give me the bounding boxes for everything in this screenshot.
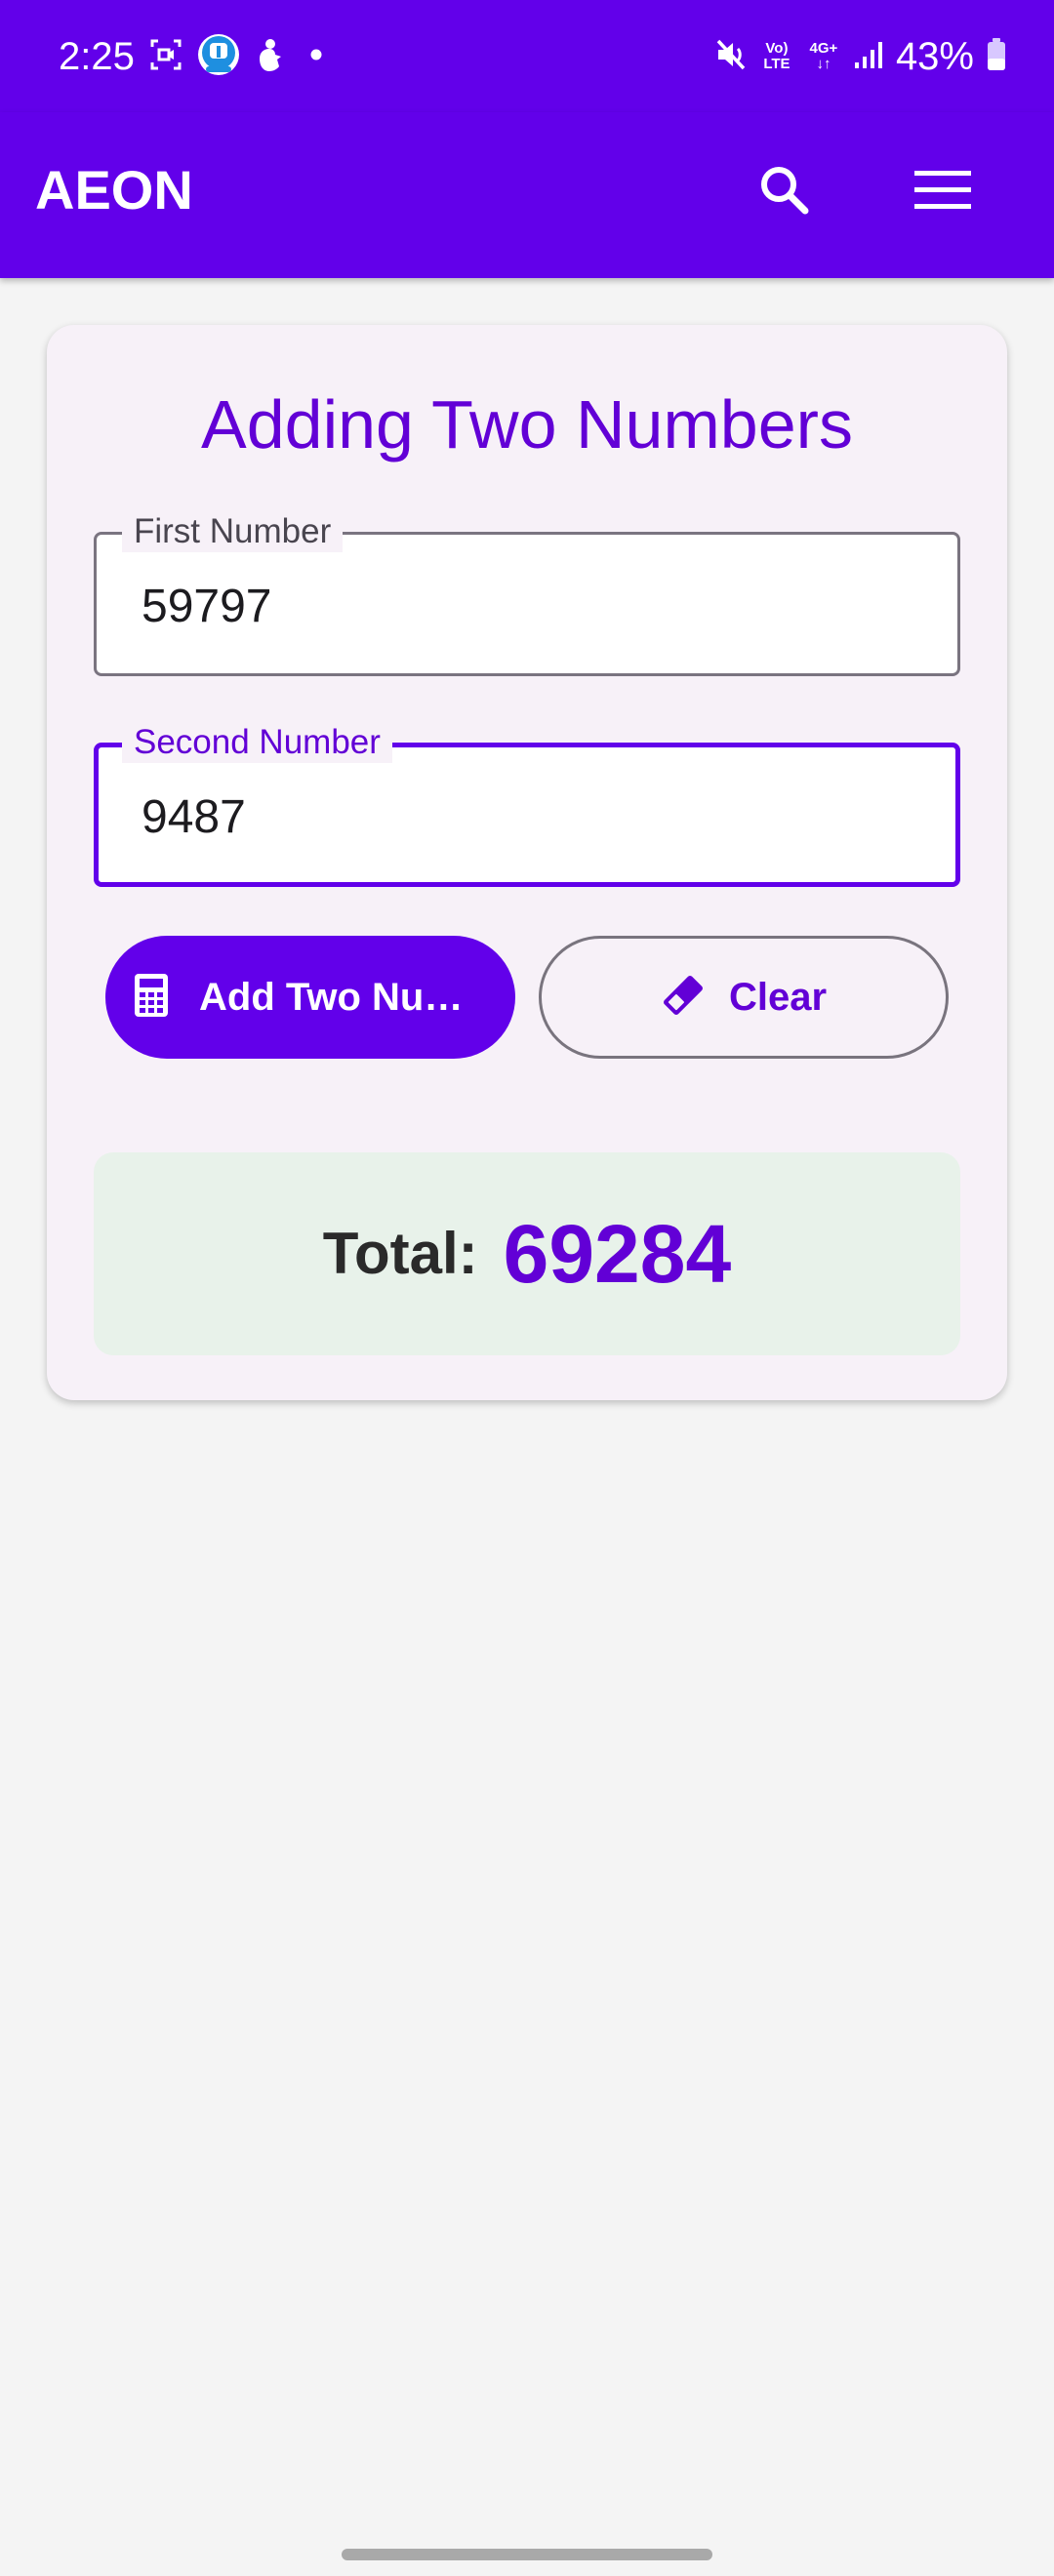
status-bar: 2:25 Vo) LTE 4G+ ↓↑ 43% (0, 0, 1054, 112)
gesture-navigation-bar[interactable] (342, 2549, 712, 2560)
first-number-label: First Number (122, 511, 344, 552)
volte-icon: Vo) LTE (759, 41, 794, 72)
app-title: AEON (35, 159, 193, 221)
second-number-label: Second Number (122, 722, 392, 763)
status-system-icons: Vo) LTE 4G+ ↓↑ 43% (714, 33, 1007, 80)
battery-percent: 43% (895, 35, 974, 78)
network-activity-arrows: ↓↑ (816, 56, 831, 72)
4g-plus-icon: 4G+ ↓↑ (806, 41, 841, 72)
clear-button[interactable]: Clear (539, 936, 949, 1059)
search-icon (755, 161, 814, 224)
second-number-value[interactable]: 9487 (142, 790, 246, 845)
volte-top-text: Vo) (765, 40, 789, 57)
first-number-value[interactable]: 59797 (142, 580, 271, 634)
add-two-numbers-button[interactable]: Add Two Nu… (105, 936, 515, 1059)
total-value: 69284 (503, 1208, 732, 1300)
eraser-icon (661, 973, 706, 1023)
volte-bottom-text: LTE (763, 56, 790, 72)
screen-record-icon (148, 37, 183, 77)
hand-icon (254, 37, 285, 77)
menu-icon (914, 169, 971, 217)
mute-icon (714, 37, 748, 77)
total-label: Total: (322, 1221, 478, 1286)
card-title: Adding Two Numbers (201, 386, 853, 463)
status-notification-icons (148, 33, 334, 81)
network-gen-text: 4G+ (809, 40, 838, 57)
signal-icon (853, 39, 884, 75)
notification-dot-icon (299, 37, 334, 77)
first-number-field[interactable]: First Number 59797 (94, 511, 960, 676)
search-button[interactable] (744, 151, 826, 233)
adding-card: Adding Two Numbers First Number 59797 Se… (47, 325, 1007, 1400)
app-notification-icon (197, 33, 240, 81)
menu-button[interactable] (902, 151, 984, 233)
battery-icon (986, 37, 1007, 77)
calculator-icon (135, 973, 168, 1022)
app-bar: AEON (0, 112, 1054, 278)
clear-label: Clear (728, 976, 828, 1019)
status-time: 2:25 (59, 35, 135, 78)
add-two-numbers-label: Add Two Nu… (199, 976, 464, 1019)
second-number-field[interactable]: Second Number 9487 (94, 722, 960, 887)
total-display: Total: 69284 (94, 1152, 960, 1355)
